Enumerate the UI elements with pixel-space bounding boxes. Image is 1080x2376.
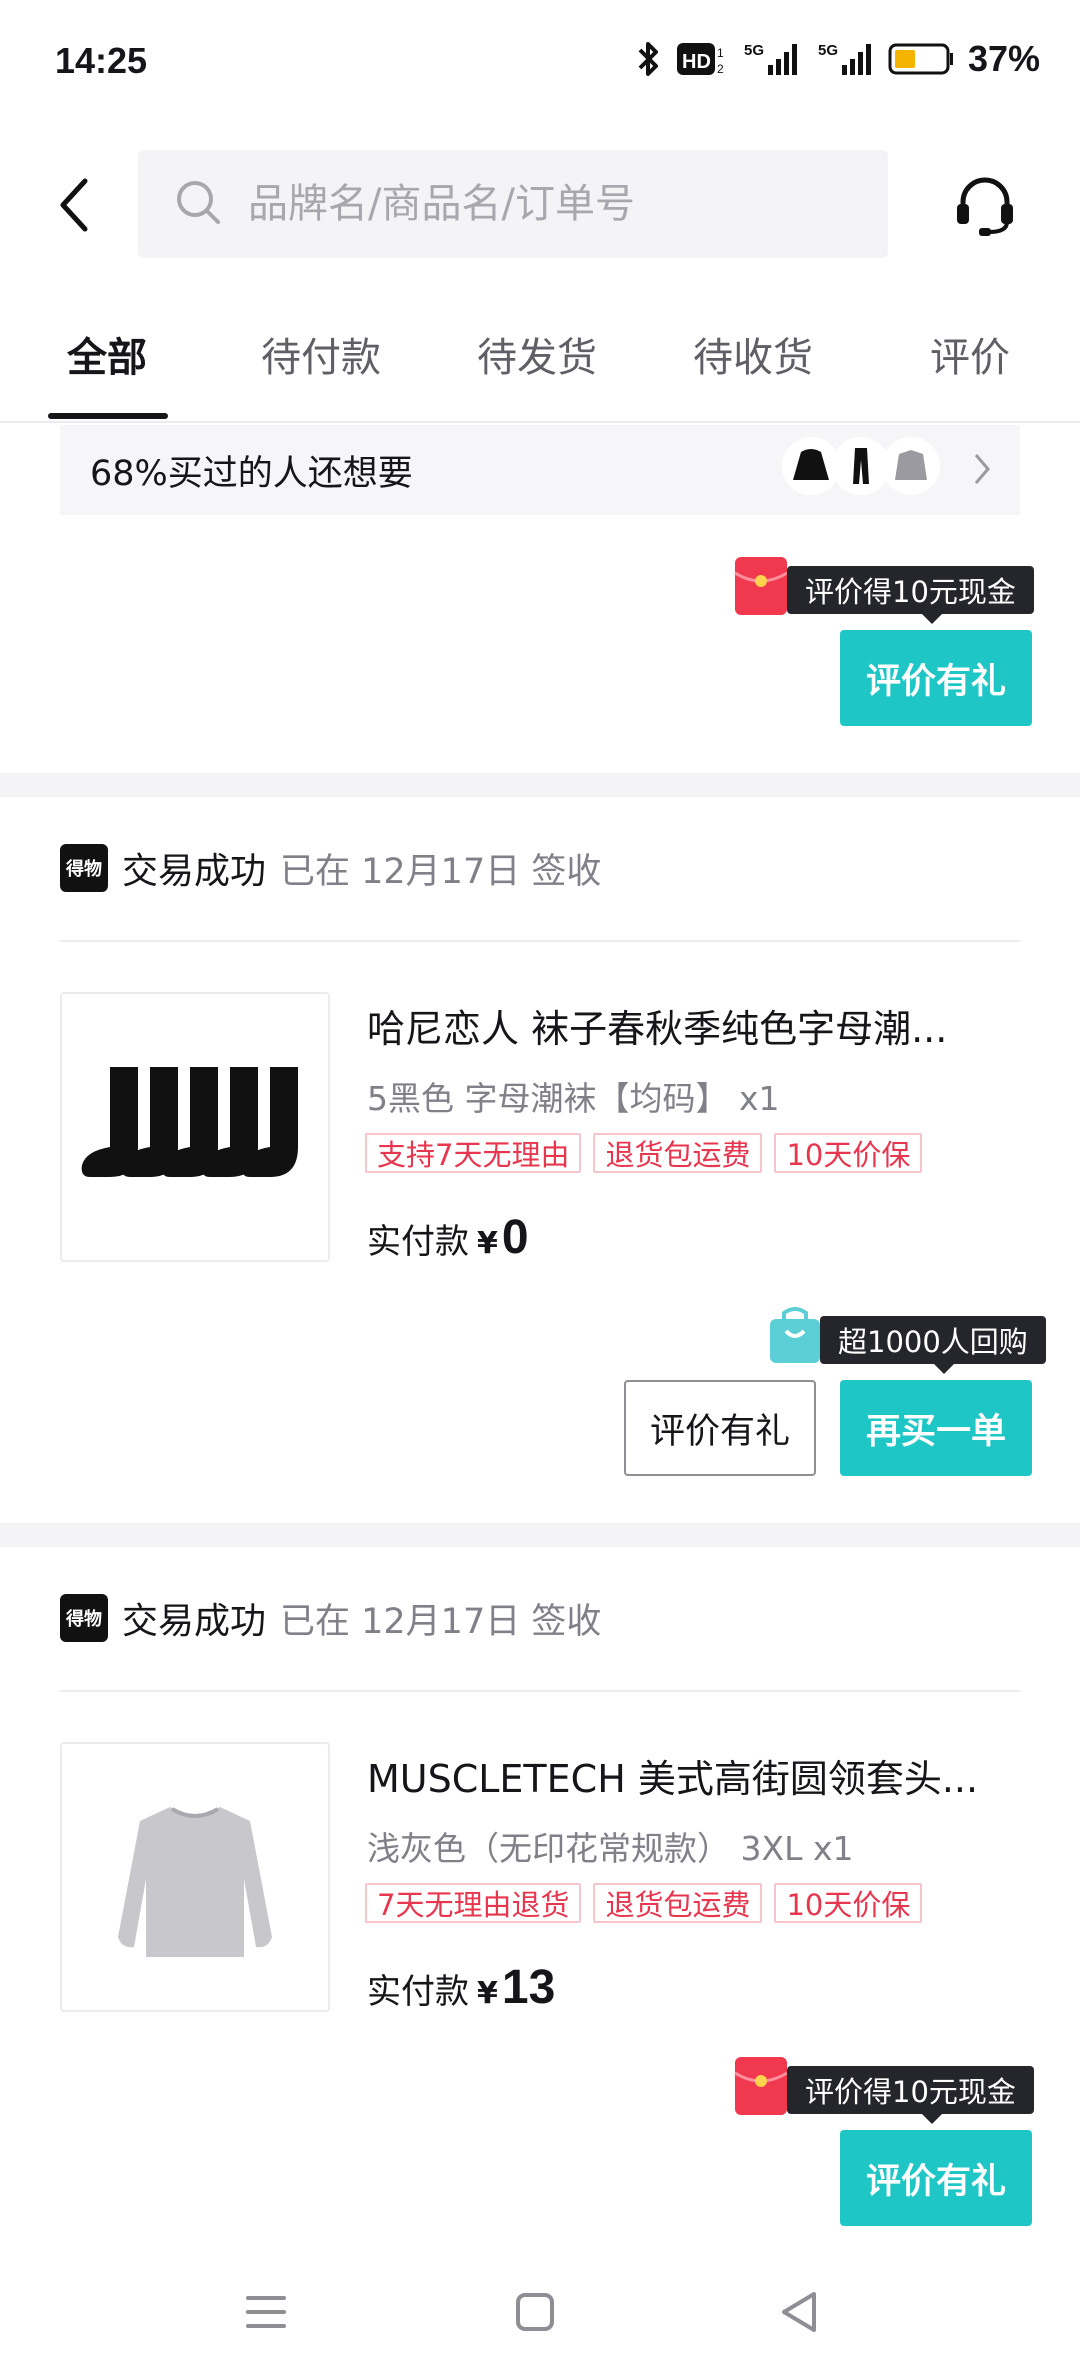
svg-text:5G: 5G xyxy=(744,42,764,59)
shop-logo: 得物 xyxy=(60,1594,108,1642)
product-image-socks[interactable] xyxy=(60,992,330,1262)
repurchase-tooltip: 超1000人回购 xyxy=(820,1316,1046,1374)
search-icon xyxy=(174,178,222,230)
back-button[interactable] xyxy=(40,170,110,240)
system-nav-bar xyxy=(0,2250,1080,2376)
battery-percent: 37% xyxy=(967,38,1040,79)
review-reward-button[interactable]: 评价有礼 xyxy=(840,2130,1032,2226)
search-input[interactable] xyxy=(248,181,848,227)
paid-amount: 实付款 ¥ 13 xyxy=(367,1960,555,2015)
tab-pending-receipt[interactable]: 待收货 xyxy=(693,325,813,383)
order-date: 已在 12月17日 签收 xyxy=(280,851,602,892)
service-tag: 退货包运费 xyxy=(593,1133,763,1173)
recommendation-strip[interactable]: 68%买过的人还想要 xyxy=(60,425,1020,515)
svg-text:2: 2 xyxy=(717,62,724,76)
section-divider xyxy=(0,1523,1080,1547)
battery-icon xyxy=(888,39,954,79)
red-packet-icon xyxy=(733,555,789,621)
review-cash-tooltip: 评价得10元现金 xyxy=(787,566,1034,624)
review-reward-button[interactable]: 评价有礼 xyxy=(624,1380,816,1476)
paid-label: 实付款 xyxy=(367,1222,469,1262)
product-tags: 支持7天无理由 退货包运费 10天价保 xyxy=(365,1133,923,1173)
order-tabs: 全部 待付款 待发货 待收货 评价 xyxy=(0,295,1080,423)
jacket-thumbnail xyxy=(882,437,940,495)
paid-value: 0 xyxy=(501,1211,529,1264)
shopping-bag-icon xyxy=(768,1305,822,1369)
back-triangle-icon[interactable] xyxy=(770,2282,830,2342)
divider xyxy=(60,1690,1020,1692)
product-spec: 浅灰色（无印花常规款） 3XL x1 xyxy=(367,1829,854,1868)
hd-icon: HD 1 2 xyxy=(676,39,730,79)
product-image-sweatshirt[interactable] xyxy=(60,1742,330,2012)
review-reward-button[interactable]: 评价有礼 xyxy=(840,630,1032,726)
tab-pending-payment[interactable]: 待付款 xyxy=(261,325,381,383)
divider xyxy=(60,940,1020,942)
status-icons: HD 1 2 5G 5G 37% xyxy=(636,38,1040,80)
back-arrow-icon xyxy=(60,178,88,232)
order-header: 得物 交易成功 已在 12月17日 签收 xyxy=(60,842,601,894)
service-tag: 10天价保 xyxy=(774,1883,923,1923)
recommendation-text: 68%买过的人还想要 xyxy=(90,453,413,494)
product-title[interactable]: MUSCLETECH 美式高街圆领套头... xyxy=(367,1748,1017,1803)
service-tag: 退货包运费 xyxy=(593,1883,763,1923)
tab-pending-shipment[interactable]: 待发货 xyxy=(477,325,597,383)
paid-label: 实付款 xyxy=(367,1972,469,2012)
recommendation-thumbnails xyxy=(782,437,940,495)
order-status: 交易成功 xyxy=(122,1601,267,1642)
header xyxy=(0,130,1080,280)
home-icon[interactable] xyxy=(505,2282,565,2342)
bluetooth-icon xyxy=(636,39,662,79)
service-tag: 7天无理由退货 xyxy=(365,1883,582,1923)
service-tag: 10天价保 xyxy=(774,1133,923,1173)
product-tags: 7天无理由退货 退货包运费 10天价保 xyxy=(365,1883,923,1923)
shop-logo: 得物 xyxy=(60,844,108,892)
headset-icon xyxy=(957,177,1013,236)
order-header: 得物 交易成功 已在 12月17日 签收 xyxy=(60,1592,601,1644)
5g-signal-icon: 5G xyxy=(744,39,800,79)
product-title[interactable]: 哈尼恋人 袜子春秋季纯色字母潮... xyxy=(367,998,1017,1053)
status-time: 14:25 xyxy=(55,40,148,81)
tab-review[interactable]: 评价 xyxy=(930,325,1010,383)
customer-service-button[interactable] xyxy=(950,170,1020,240)
svg-text:5G: 5G xyxy=(818,42,838,59)
active-tab-indicator xyxy=(48,413,168,419)
5g-signal-icon: 5G xyxy=(814,39,874,79)
review-cash-tooltip: 评价得10元现金 xyxy=(787,2066,1034,2124)
svg-text:HD: HD xyxy=(682,51,711,73)
chevron-right-icon xyxy=(972,451,992,491)
status-bar: 14:25 HD 1 2 5G 5G 37% xyxy=(0,0,1080,130)
red-packet-icon xyxy=(733,2055,789,2121)
paid-amount: 实付款 ¥ 0 xyxy=(367,1210,529,1265)
section-divider xyxy=(0,773,1080,797)
buy-again-button[interactable]: 再买一单 xyxy=(840,1380,1032,1476)
svg-text:1: 1 xyxy=(717,46,724,60)
currency-symbol: ¥ xyxy=(477,1976,498,2011)
search-box[interactable] xyxy=(138,150,888,258)
order-status: 交易成功 xyxy=(122,851,267,892)
product-spec: 5黑色 字母潮袜【均码】 x1 xyxy=(367,1079,780,1118)
paid-value: 13 xyxy=(501,1961,556,2014)
menu-icon[interactable] xyxy=(236,2282,296,2342)
tab-all[interactable]: 全部 xyxy=(67,325,147,383)
currency-symbol: ¥ xyxy=(477,1226,498,1261)
order-date: 已在 12月17日 签收 xyxy=(280,1601,602,1642)
service-tag: 支持7天无理由 xyxy=(365,1133,582,1173)
